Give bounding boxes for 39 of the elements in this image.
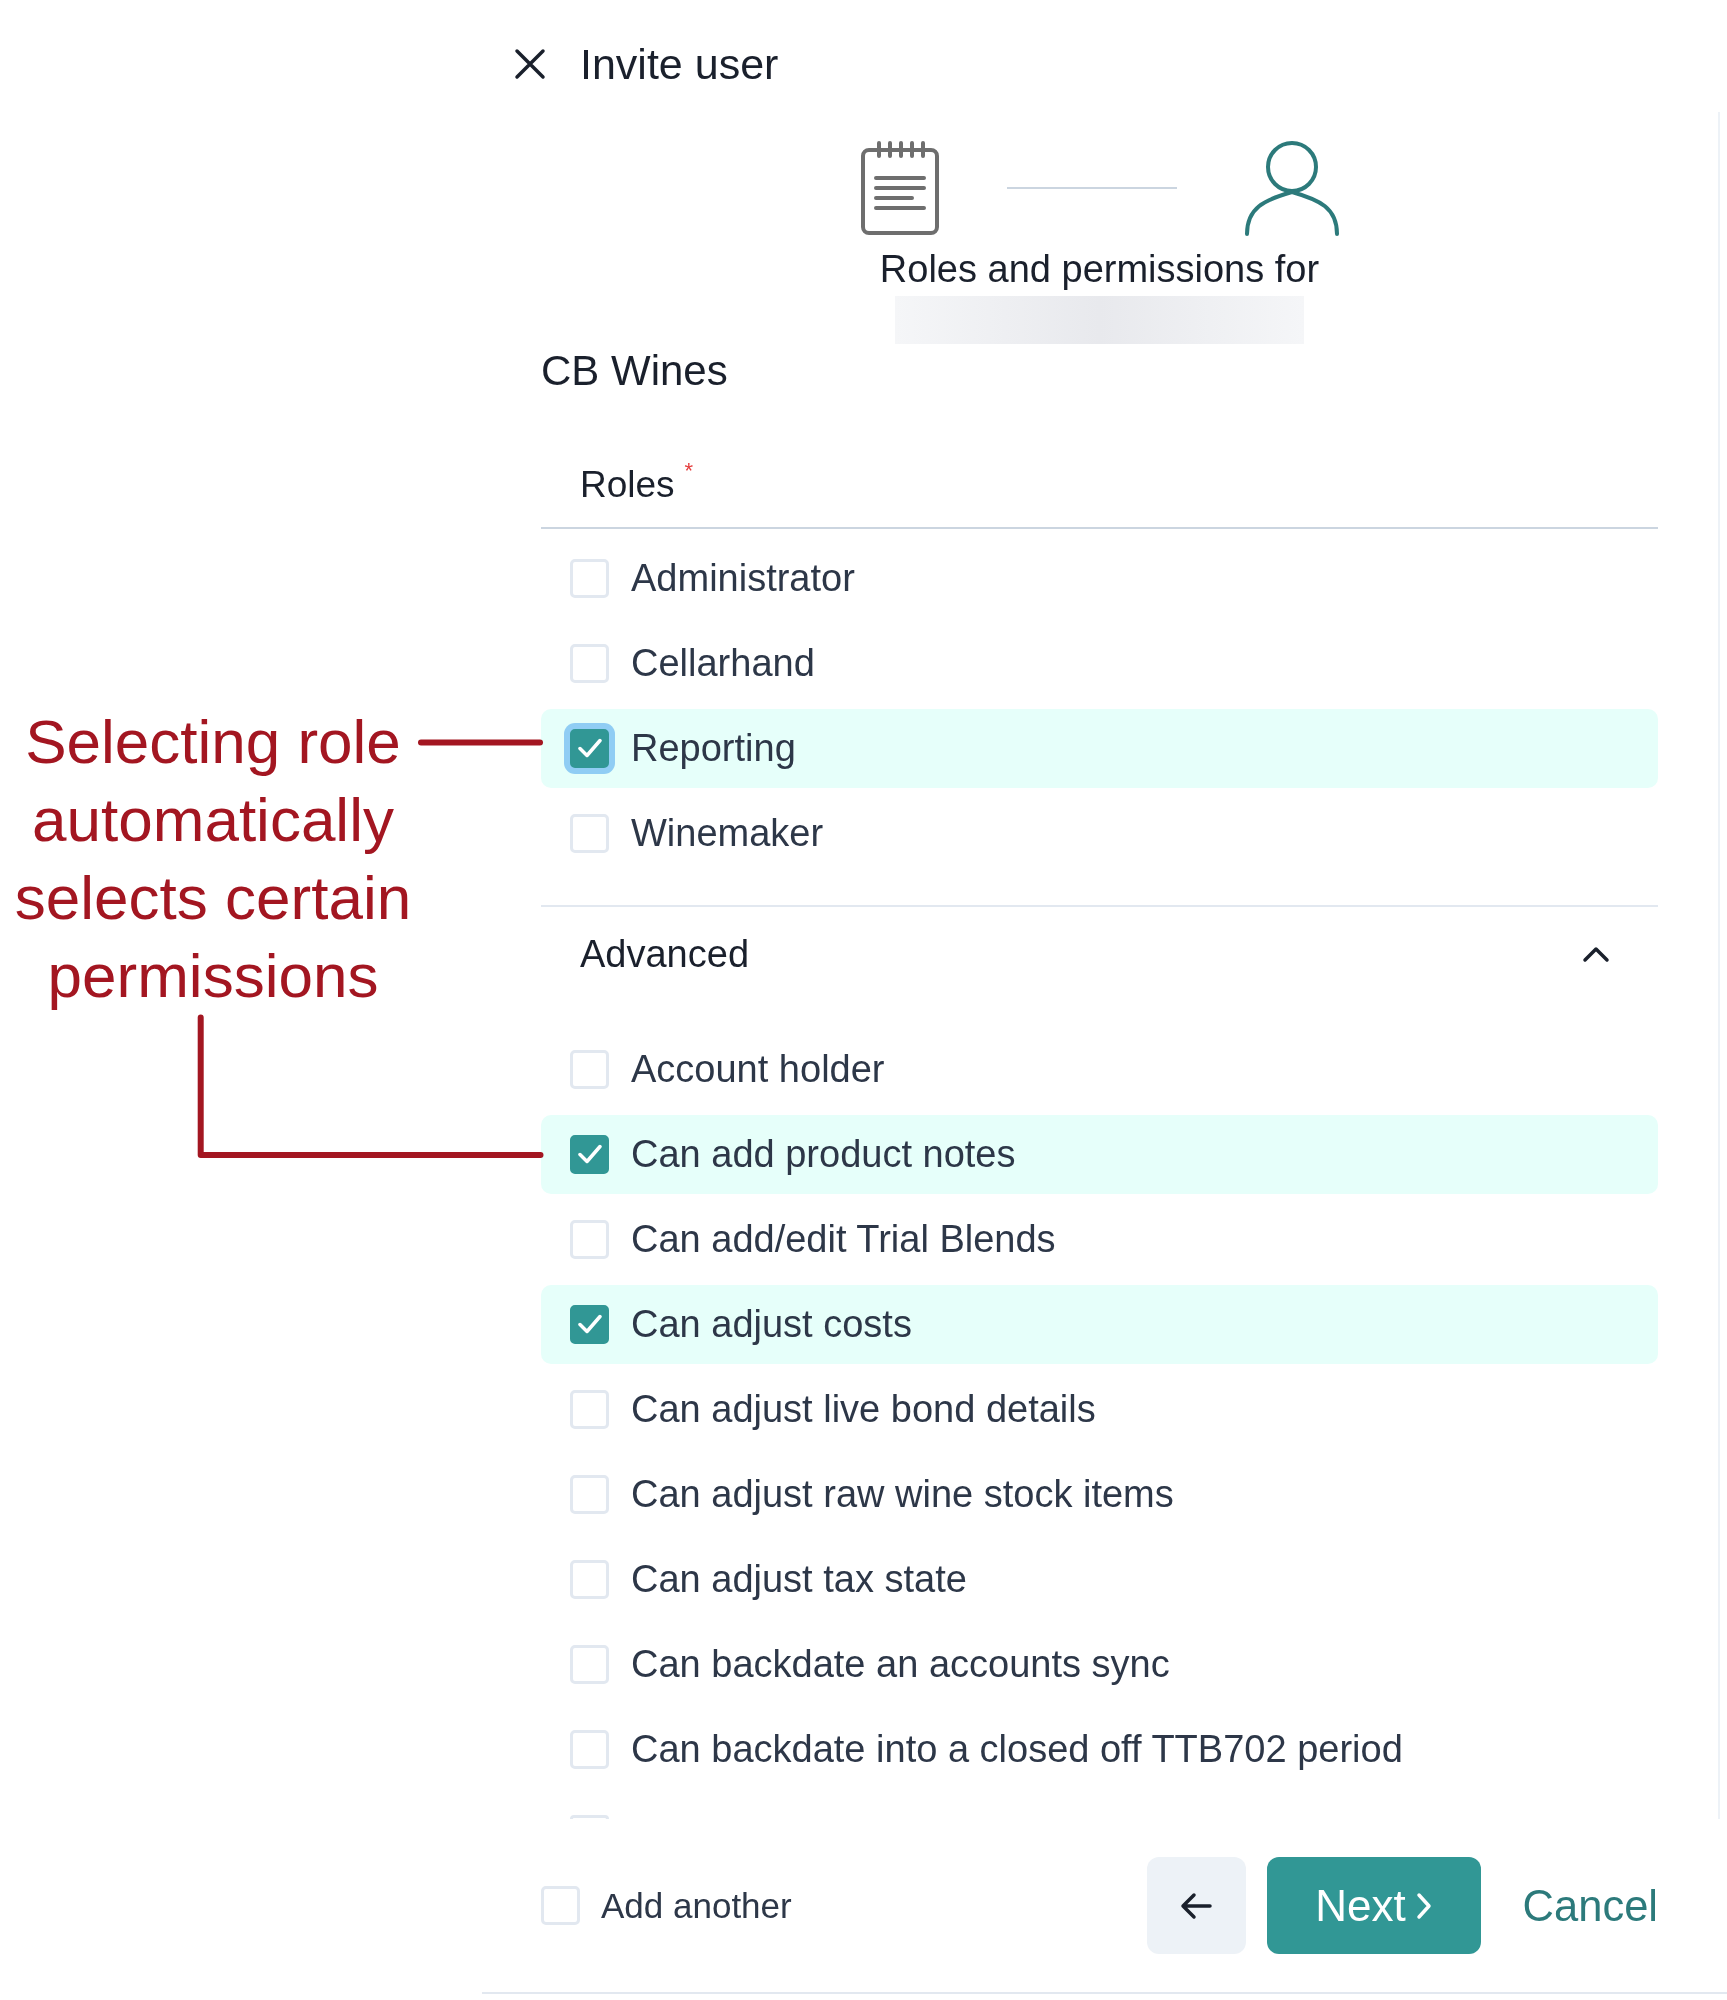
checkbox-label: Can adjust raw wine stock items [631, 1472, 1174, 1517]
selected-row[interactable]: Can adjust costs [541, 1284, 1658, 1364]
checkmark-icon [577, 1314, 602, 1334]
selected-row[interactable]: Can add product notes [541, 1114, 1658, 1194]
checkbox-label: Winemaker [631, 811, 824, 856]
checkbox-label: Account holder [631, 1047, 885, 1092]
back-button[interactable] [1146, 1857, 1246, 1954]
chevron-right-icon [1415, 1891, 1432, 1920]
chevron-up-icon [1582, 945, 1610, 963]
next-button[interactable]: Next [1266, 1857, 1481, 1954]
accordion-toggle[interactable]: Advanced [541, 907, 1658, 1001]
checkbox-label: Can adjust live bond details [631, 1387, 1096, 1432]
checkbox-label: Can backdate an accounts sync [631, 1642, 1170, 1687]
close-icon [514, 48, 546, 80]
checkbox[interactable] [564, 722, 615, 774]
checkbox-label: Can adjust costs [631, 1302, 912, 1347]
checkbox-label: Can add/edit Trial Blends [631, 1217, 1056, 1262]
checkmark-icon [577, 738, 602, 758]
checkbox-label: Reporting [631, 726, 796, 771]
close-button[interactable] [514, 48, 546, 80]
checkbox-label: Can backdate into a closed off TTB702 period [631, 1727, 1403, 1772]
dialog-title: Invite user [580, 39, 779, 89]
checkbox-label: Administrator [631, 556, 855, 601]
checkbox-label: Can adjust tax state [631, 1557, 967, 1602]
checkbox-label: Add another [601, 1884, 792, 1927]
cancel-button[interactable]: Cancel [1522, 1880, 1658, 1931]
arrow-left-icon [1180, 1891, 1213, 1920]
organization-name: CB Wines [541, 346, 729, 396]
required-mark: * [684, 460, 694, 482]
partial-checkbox[interactable] [570, 1814, 609, 1819]
annotation-text: Selecting role automatically selects certain permissions [13, 706, 413, 1012]
checkmark-icon [577, 1144, 602, 1164]
selected-row[interactable]: Reporting [541, 708, 1658, 788]
step-caption: Roles and permissions for [878, 247, 1321, 292]
checkbox-label: Can add product notes [631, 1132, 1016, 1177]
section-label: Roles [580, 466, 675, 504]
checkbox[interactable] [570, 1304, 609, 1344]
checkbox-label: Cellarhand [631, 641, 815, 686]
checkbox[interactable] [570, 1134, 609, 1174]
